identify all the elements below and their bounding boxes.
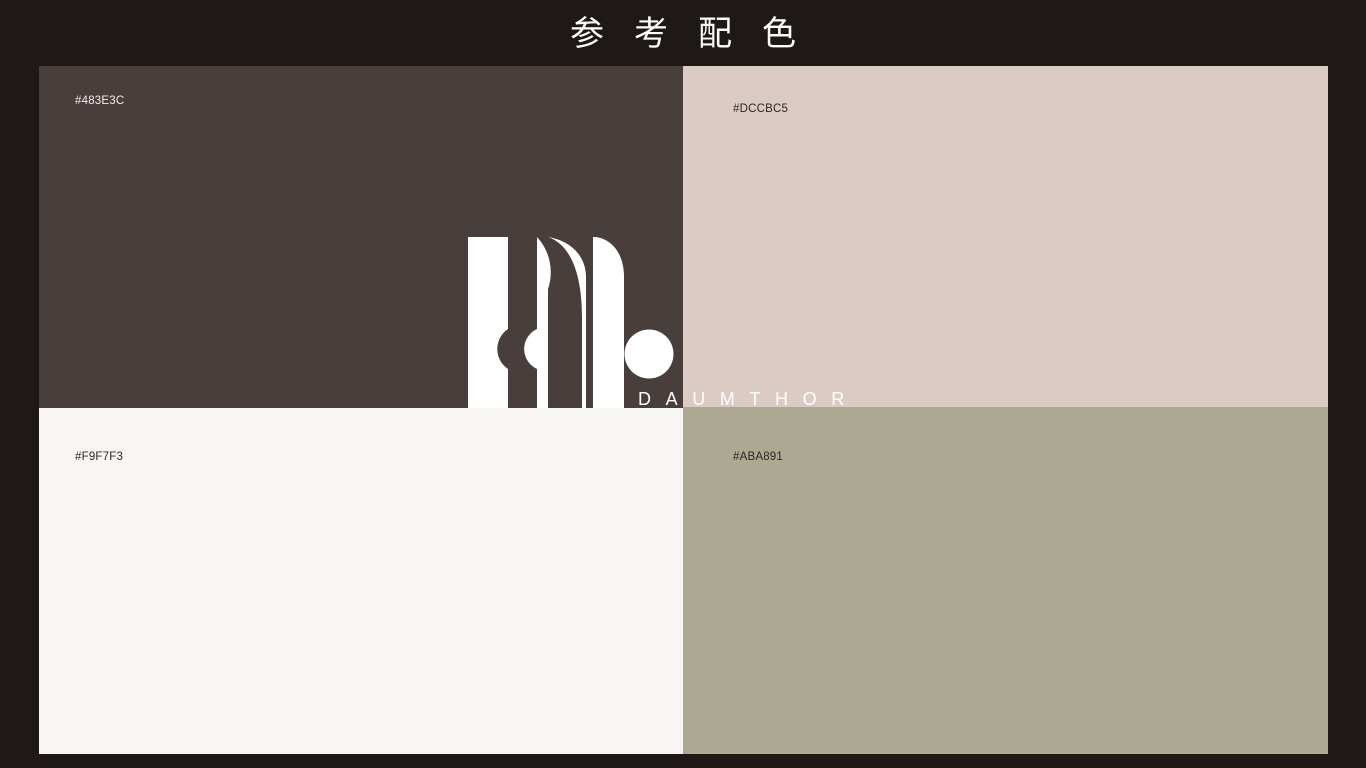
color-code-label: #DCCBC5 xyxy=(733,103,789,115)
color-code-label: #483E3C xyxy=(75,95,125,107)
color-code-label: #ABA891 xyxy=(733,451,783,463)
color-code-label: #F9F7F3 xyxy=(75,451,124,463)
brand-name: DAUMTHOR xyxy=(638,389,859,409)
brand-logo-icon xyxy=(468,237,674,408)
color-swatch-sage-khaki: #ABA891 xyxy=(683,407,1328,754)
page-title: 参考配色 xyxy=(570,14,826,54)
color-swatch-dusty-pink: #DCCBC5 xyxy=(683,66,1328,407)
color-swatch-off-white: #F9F7F3 xyxy=(39,408,683,754)
